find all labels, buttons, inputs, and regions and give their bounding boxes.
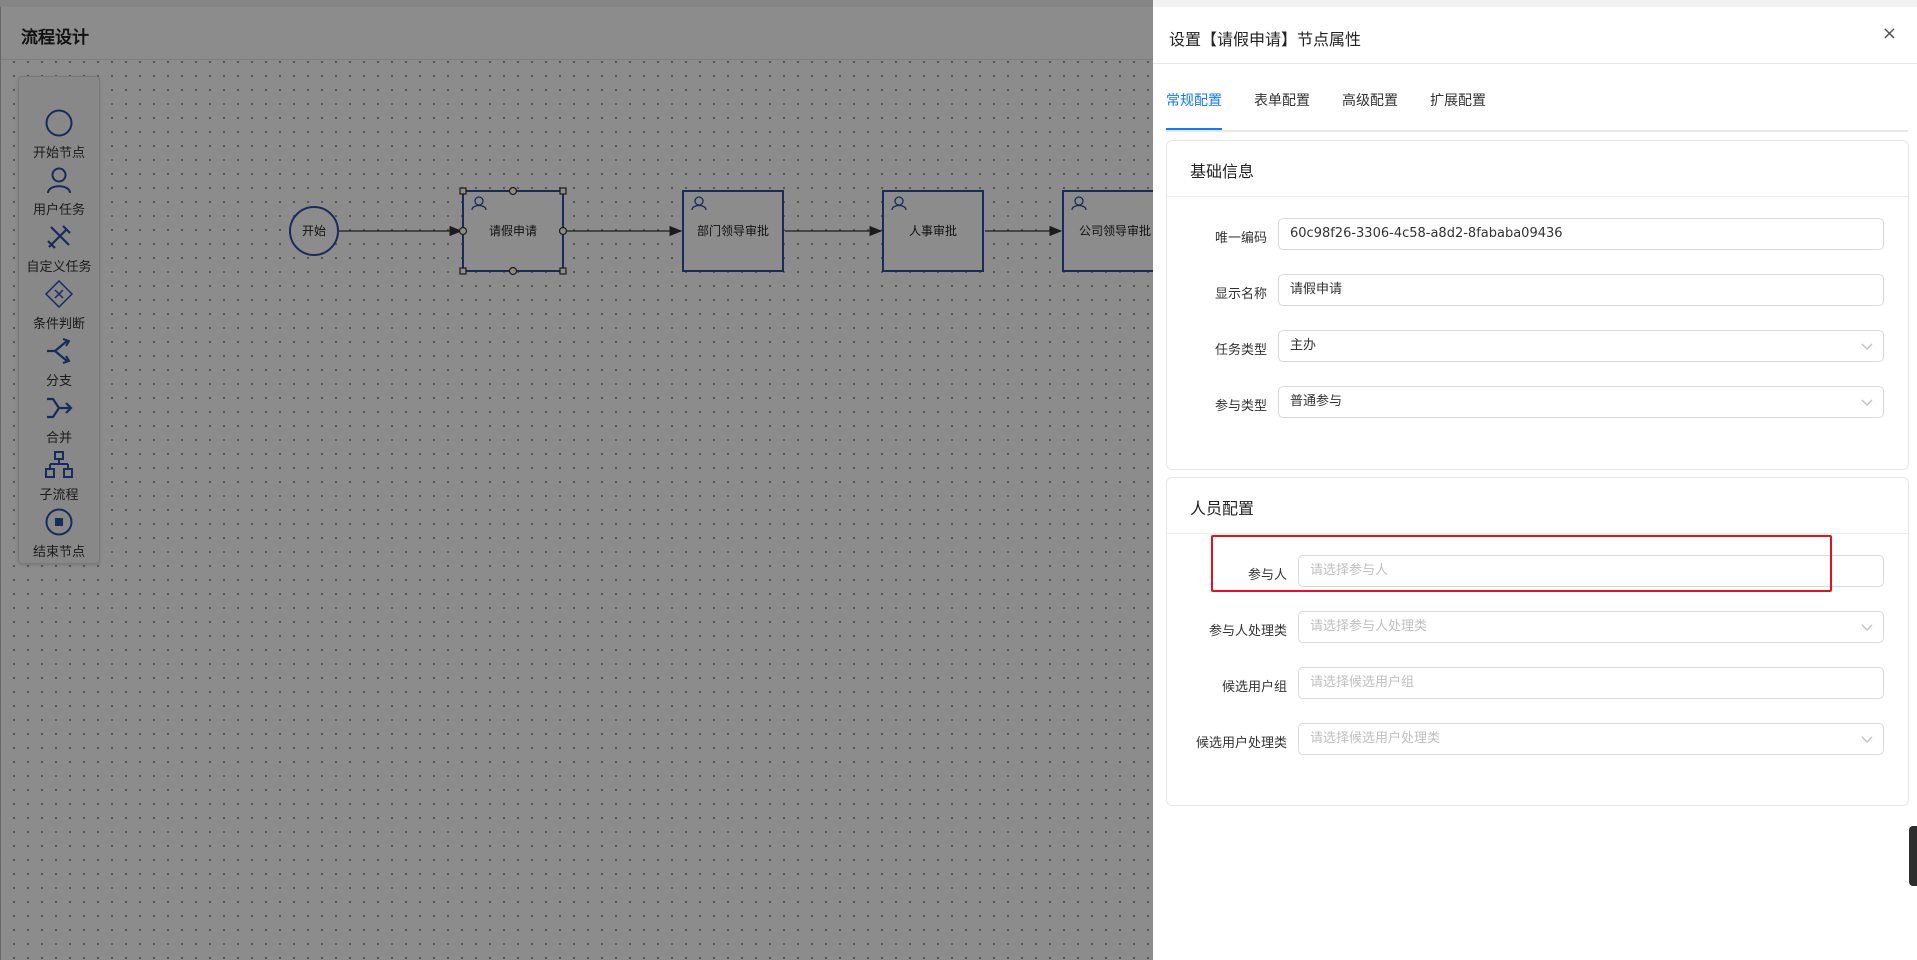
card-header: 基础信息: [1167, 141, 1908, 197]
field-label: 候选用户组: [1221, 680, 1287, 695]
field-label: 唯一编码: [1214, 231, 1267, 246]
divider: [1153, 63, 1917, 64]
display-name-input[interactable]: 请假申请: [1278, 274, 1884, 306]
unique-code-input[interactable]: 60c98f26-3306-4c58-a8d2-8fababa09436: [1278, 218, 1884, 250]
tab-advanced[interactable]: 高级配置: [1342, 90, 1398, 110]
card-title: 人员配置: [1190, 499, 1255, 518]
select-value: 主办: [1290, 338, 1317, 353]
chevron-down-icon: [1861, 736, 1873, 743]
drawer-title: 设置【请假申请】节点属性: [1169, 30, 1362, 49]
field-label: 显示名称: [1214, 287, 1267, 302]
basic-info-card: 基础信息 唯一编码 60c98f26-3306-4c58-a8d2-8fabab…: [1166, 140, 1909, 470]
field-label: 候选用户处理类: [1195, 736, 1287, 751]
chevron-down-icon: [1861, 343, 1873, 350]
participant-handler-select[interactable]: 请选择参与人处理类: [1298, 611, 1884, 643]
task-type-select[interactable]: 主办: [1278, 330, 1884, 362]
select-placeholder: 请选择候选用户处理类: [1310, 731, 1441, 746]
active-tab-indicator: [1166, 128, 1222, 130]
participation-type-select[interactable]: 普通参与: [1278, 386, 1884, 418]
tab-extension[interactable]: 扩展配置: [1430, 90, 1486, 110]
drawer-mask[interactable]: [0, 0, 1153, 960]
floating-side-tab[interactable]: [1909, 826, 1917, 886]
close-button[interactable]: ×: [1882, 23, 1897, 44]
select-value: 普通参与: [1290, 394, 1343, 409]
candidate-group-input[interactable]: 请选择候选用户组: [1298, 667, 1884, 699]
chevron-down-icon: [1861, 399, 1873, 406]
field-label: 参与类型: [1214, 399, 1267, 414]
field-label: 任务类型: [1214, 343, 1267, 358]
card-header: 人员配置: [1167, 478, 1908, 534]
select-placeholder: 请选择参与人处理类: [1310, 619, 1428, 634]
tab-general[interactable]: 常规配置: [1166, 90, 1222, 110]
card-title: 基础信息: [1190, 162, 1255, 181]
field-label: 参与人处理类: [1208, 624, 1287, 639]
node-properties-drawer: 设置【请假申请】节点属性 × 常规配置 表单配置 高级配置 扩展配置 基础信息 …: [1153, 7, 1917, 960]
tab-form[interactable]: 表单配置: [1254, 90, 1310, 110]
tab-bar: 常规配置 表单配置 高级配置 扩展配置: [1166, 90, 1908, 132]
candidate-handler-select[interactable]: 请选择候选用户处理类: [1298, 723, 1884, 755]
chevron-down-icon: [1861, 624, 1873, 631]
highlight-annotation: [1211, 535, 1832, 592]
personnel-card: 人员配置 参与人 请选择参与人 参与人处理类 请选择参与人处理类 候选用户组 请…: [1166, 477, 1909, 806]
